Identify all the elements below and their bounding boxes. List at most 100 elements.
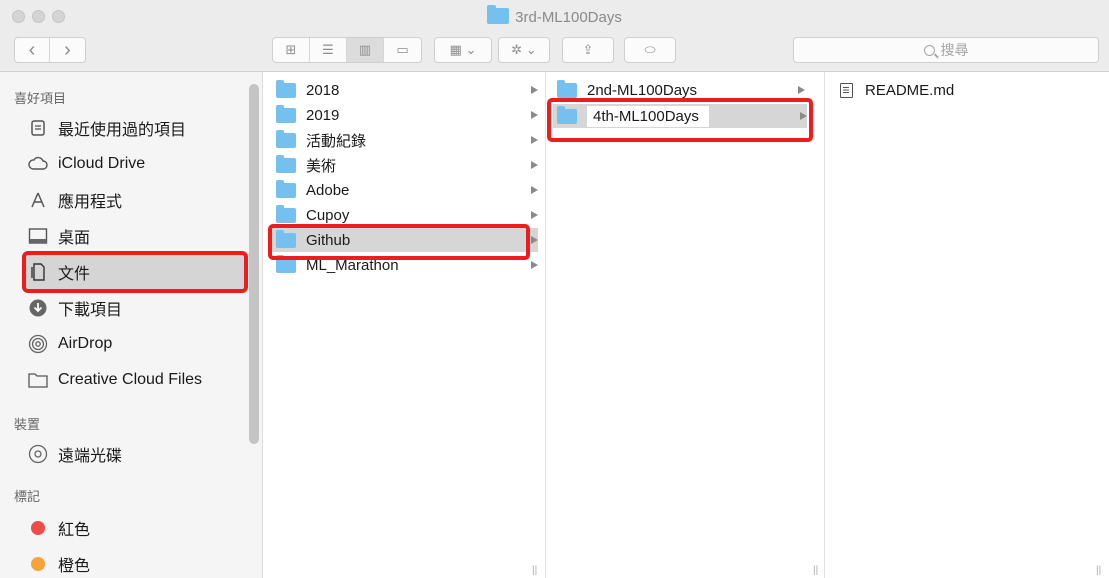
search-field[interactable]: 搜尋 [793,37,1099,63]
chevron-right-icon [531,161,538,169]
list-icon: ☰ [322,42,334,57]
sidebar-item-downloads[interactable]: 下載項目 [28,292,122,324]
list-item[interactable]: 活動紀錄 [276,128,538,152]
list-item-label: Adobe [306,181,350,199]
sidebar-item-remote-disc[interactable]: 遠端光碟 [28,438,122,470]
list-item[interactable]: Adobe [276,178,538,202]
group-menu-button[interactable]: ▦ ⌄ [434,37,492,63]
applications-icon [28,190,48,210]
list-item-label: Cupoy [306,206,350,224]
column-github: 2nd-ML100Days 4th-ML100Days || [547,72,825,578]
downloads-icon [28,298,48,318]
toolbar: ‹ › ⊞ ☰ ▥ ▭ ▦ ⌄ ✲ ⌄ ⇪ ⬭ 搜尋 [0,34,1109,72]
folder-icon [557,105,577,124]
list-item-label: 4th-ML100Days [587,105,709,127]
sidebar-scrollbar[interactable] [249,84,259,444]
sidebar-item-creative-cloud-files[interactable]: Creative Cloud Files [28,364,202,396]
sidebar-item-desktop[interactable]: 桌面 [28,220,90,252]
sidebar-item-label: 遠端光碟 [58,448,123,465]
column-view-button[interactable]: ▥ [347,38,384,62]
back-button[interactable]: ‹ [15,38,51,62]
desktop-icon [28,226,48,246]
list-item[interactable]: 美術 [276,153,538,177]
column-documents: 2018 2019 活動紀錄 美術 Adobe Cupoy Github ML_… [264,72,546,578]
list-item-label: ML_Marathon [306,256,399,274]
devices-header: 裝置 [14,417,41,432]
grid-icon: ⊞ [285,42,297,57]
sidebar-item-documents[interactable]: 文件 [28,256,90,288]
list-item[interactable]: ML_Marathon [276,253,538,277]
share-button[interactable]: ⇪ [562,37,614,63]
airdrop-icon [28,334,48,354]
list-item[interactable]: README.md [840,78,1100,102]
cloud-icon [28,154,48,174]
favorites-header: 喜好項目 [14,91,67,106]
chevron-right-icon [531,211,538,219]
window-title: 3rd-ML100Days [0,5,1109,26]
navigation-buttons: ‹ › [14,37,86,63]
action-menu-button[interactable]: ✲ ⌄ [498,37,550,63]
chevron-right-icon [531,236,538,244]
folder-icon [276,79,296,98]
icon-view-button[interactable]: ⊞ [273,38,310,62]
chevron-right-icon [798,86,805,94]
document-icon [840,82,853,98]
sidebar-item-airdrop[interactable]: AirDrop [28,328,112,360]
list-item[interactable]: 2019 [276,103,538,127]
folder-icon [276,129,296,148]
list-item[interactable]: 2018 [276,78,538,102]
sidebar-item-label: 紅色 [58,522,91,539]
sidebar-item-recents[interactable]: 最近使用過的項目 [28,112,186,144]
sidebar-item-tag-red[interactable]: 紅色 [28,512,90,544]
list-item-label: Github [306,231,351,249]
column-resize-handle[interactable]: || [1096,565,1101,576]
search-placeholder: 搜尋 [940,42,969,58]
sidebar-item-label: 橙色 [58,558,91,575]
list-item-label: 2nd-ML100Days [587,81,698,99]
folder-icon [276,229,296,248]
recents-icon [28,118,48,138]
tag-icon: ⬭ [644,42,656,57]
sidebar-item-label: 文件 [58,266,91,283]
tags-header: 標記 [14,489,41,504]
sidebar: 喜好項目 最近使用過的項目 iCloud Drive 應用程式 桌面 文件 下載… [0,72,263,578]
folder-icon [276,204,296,223]
folder-icon [276,154,296,173]
chevron-right-icon [531,111,538,119]
list-item-selected[interactable]: Github [272,228,538,252]
sidebar-item-icloud-drive[interactable]: iCloud Drive [28,148,145,180]
sidebar-item-label: Creative Cloud Files [58,371,203,388]
sidebar-item-label: 應用程式 [58,194,123,211]
chevron-right-icon [531,136,538,144]
group-icon: ▦ ⌄ [449,42,477,57]
list-item-label: 美術 [306,157,337,175]
gear-icon: ✲ ⌄ [511,42,537,57]
sidebar-item-label: 桌面 [58,230,91,247]
list-item[interactable]: 2nd-ML100Days [557,78,805,102]
folder-icon [276,179,296,198]
chevron-right-icon [800,112,807,120]
list-item-label: README.md [865,81,955,99]
list-item-selected[interactable]: 4th-ML100Days [553,104,807,128]
sidebar-item-applications[interactable]: 應用程式 [28,184,122,216]
red-tag-icon [28,518,48,538]
list-item[interactable]: Cupoy [276,203,538,227]
window-title-text: 3rd-ML100Days [515,9,622,26]
folder-icon [28,370,48,390]
chevron-right-icon [531,261,538,269]
columns-icon: ▥ [358,42,372,57]
sidebar-item-label: 下載項目 [58,302,123,319]
forward-button[interactable]: › [50,38,85,62]
sidebar-item-tag-orange[interactable]: 橙色 [28,548,90,578]
list-view-button[interactable]: ☰ [310,38,347,62]
search-icon [923,44,935,56]
documents-icon [28,262,48,282]
column-resize-handle[interactable]: || [532,565,537,576]
gallery-view-button[interactable]: ▭ [384,38,421,62]
view-mode-control: ⊞ ☰ ▥ ▭ [272,37,422,63]
back-arrow-icon: ‹ [28,38,36,61]
list-item-label: 2018 [306,81,340,99]
column-resize-handle[interactable]: || [813,565,818,576]
tags-button[interactable]: ⬭ [624,37,676,63]
folder-icon [487,5,510,24]
